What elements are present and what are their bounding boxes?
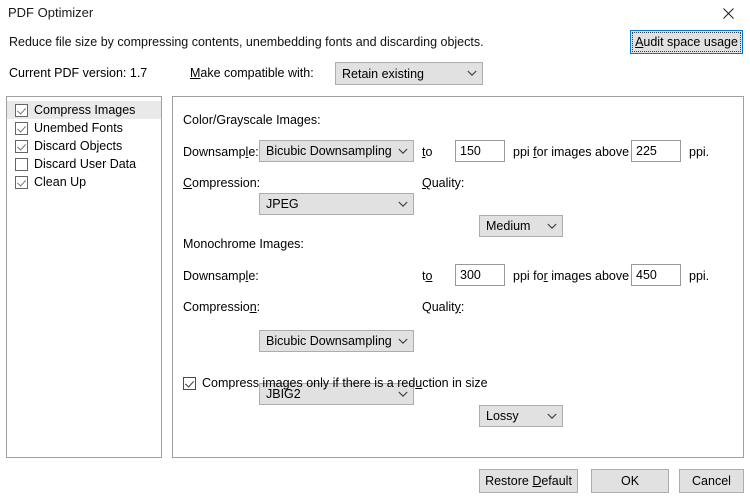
chevron-down-icon bbox=[462, 70, 482, 77]
color-downsample-label: Downsample: bbox=[183, 145, 259, 159]
mono-downsample-label: Downsample: bbox=[183, 269, 259, 283]
cancel-button[interactable]: Cancel bbox=[679, 469, 744, 493]
color-grayscale-section-title: Color/Grayscale Images: bbox=[183, 113, 321, 127]
mono-quality-label: Quality: bbox=[422, 300, 465, 314]
color-to-label: to bbox=[422, 145, 433, 159]
color-compression-value: JPEG bbox=[266, 197, 299, 211]
mono-target-ppi-value: 300 bbox=[460, 268, 481, 282]
optimizer-settings-list[interactable]: Compress Images Unembed Fonts Discard Ob… bbox=[6, 96, 162, 458]
chevron-down-icon bbox=[542, 413, 562, 420]
color-ppi-above-label: ppi for images above bbox=[513, 145, 630, 159]
color-quality-label: Quality: bbox=[422, 176, 465, 190]
chevron-down-icon bbox=[393, 391, 413, 398]
sidebar-item-discard-objects[interactable]: Discard Objects bbox=[7, 137, 161, 155]
cancel-label: Cancel bbox=[692, 474, 731, 488]
make-compatible-select[interactable]: Retain existing bbox=[335, 62, 483, 85]
sidebar-item-unembed-fonts[interactable]: Unembed Fonts bbox=[7, 119, 161, 137]
mono-quality-value: Lossy bbox=[486, 409, 519, 423]
clean-up-checkbox[interactable] bbox=[15, 175, 28, 189]
title-bar: PDF Optimizer bbox=[0, 0, 750, 27]
color-quality-select[interactable]: Medium bbox=[479, 215, 563, 237]
mono-target-ppi-input[interactable]: 300 bbox=[455, 264, 505, 286]
unembed-fonts-checkbox[interactable] bbox=[15, 121, 28, 135]
color-ppi-suffix: ppi. bbox=[689, 145, 710, 159]
mono-downsample-select[interactable]: Bicubic Downsampling bbox=[259, 330, 414, 352]
compress-images-checkbox[interactable] bbox=[15, 103, 28, 117]
chevron-down-icon bbox=[393, 338, 413, 345]
restore-default-button[interactable]: Restore Default bbox=[479, 469, 578, 493]
chevron-down-icon bbox=[542, 223, 562, 230]
compress-images-settings-panel: Color/Grayscale Images: Downsample: Bicu… bbox=[172, 96, 744, 458]
color-compression-select[interactable]: JPEG bbox=[259, 193, 414, 215]
color-target-ppi-value: 150 bbox=[460, 144, 481, 158]
mono-ppi-above-label: ppi for images above bbox=[513, 269, 630, 283]
sidebar-item-label: Clean Up bbox=[34, 175, 87, 189]
chevron-down-icon bbox=[393, 148, 413, 155]
discard-user-data-checkbox[interactable] bbox=[15, 157, 28, 171]
chevron-down-icon bbox=[393, 201, 413, 208]
mono-threshold-ppi-value: 450 bbox=[636, 268, 657, 282]
mono-quality-select[interactable]: Lossy bbox=[479, 405, 563, 427]
close-icon[interactable] bbox=[706, 0, 750, 27]
color-threshold-ppi-value: 225 bbox=[636, 144, 657, 158]
color-downsample-select[interactable]: Bicubic Downsampling bbox=[259, 140, 414, 162]
discard-objects-checkbox[interactable] bbox=[15, 139, 28, 153]
make-compatible-value: Retain existing bbox=[342, 66, 424, 81]
sidebar-item-label: Discard User Data bbox=[34, 157, 137, 171]
mono-threshold-ppi-input[interactable]: 450 bbox=[631, 264, 681, 286]
sidebar-item-clean-up[interactable]: Clean Up bbox=[7, 173, 161, 191]
color-compression-label: Compression: bbox=[183, 176, 261, 190]
ok-label: OK bbox=[620, 474, 640, 488]
compress-only-if-reduction-checkbox[interactable] bbox=[183, 376, 196, 390]
mono-compression-label: Compression: bbox=[183, 300, 261, 314]
audit-space-usage-label: Audit space usage bbox=[635, 35, 738, 49]
mono-to-label: to bbox=[422, 269, 433, 283]
sidebar-item-discard-user-data[interactable]: Discard User Data bbox=[7, 155, 161, 173]
color-downsample-value: Bicubic Downsampling bbox=[266, 144, 392, 158]
sidebar-item-label: Unembed Fonts bbox=[34, 121, 123, 135]
ok-button[interactable]: OK bbox=[591, 469, 669, 493]
dialog-description: Reduce file size by compressing contents… bbox=[9, 35, 484, 49]
color-threshold-ppi-input[interactable]: 225 bbox=[631, 140, 681, 162]
window-title: PDF Optimizer bbox=[8, 5, 94, 20]
current-pdf-version-label: Current PDF version: 1.7 bbox=[9, 66, 148, 80]
make-compatible-label: Make compatible with: bbox=[190, 66, 314, 80]
color-target-ppi-input[interactable]: 150 bbox=[455, 140, 505, 162]
mono-ppi-suffix: ppi. bbox=[689, 269, 710, 283]
restore-default-label: Restore Default bbox=[485, 474, 572, 488]
sidebar-item-compress-images[interactable]: Compress Images bbox=[7, 101, 161, 119]
monochrome-section-title: Monochrome Images: bbox=[183, 237, 304, 251]
sidebar-item-label: Discard Objects bbox=[34, 139, 123, 153]
compress-only-if-reduction-checkbox-row[interactable]: Compress images only if there is a reduc… bbox=[183, 376, 488, 390]
sidebar-item-label: Compress Images bbox=[34, 103, 136, 117]
mono-downsample-value: Bicubic Downsampling bbox=[266, 334, 392, 348]
compress-only-if-reduction-label: Compress images only if there is a reduc… bbox=[202, 376, 488, 390]
color-quality-value: Medium bbox=[486, 219, 531, 233]
audit-space-usage-button[interactable]: Audit space usage bbox=[630, 30, 743, 54]
